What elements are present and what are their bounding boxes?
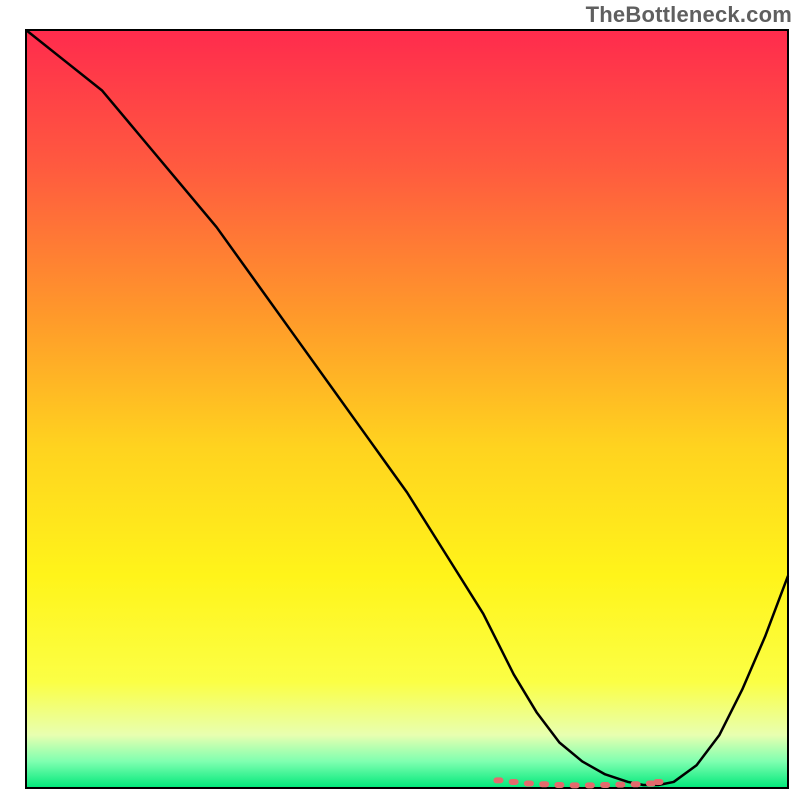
flat-zone-marker bbox=[615, 782, 625, 788]
flat-zone-marker bbox=[539, 781, 549, 787]
flat-zone-marker bbox=[631, 781, 641, 787]
chart-stage: TheBottleneck.com bbox=[0, 0, 800, 800]
plot-background bbox=[26, 30, 788, 788]
watermark-text: TheBottleneck.com bbox=[586, 2, 792, 28]
flat-zone-marker bbox=[509, 779, 519, 785]
flat-zone-marker bbox=[600, 782, 610, 788]
flat-zone-marker bbox=[554, 782, 564, 788]
flat-zone-marker bbox=[585, 782, 595, 788]
flat-zone-marker bbox=[653, 779, 663, 785]
flat-zone-marker bbox=[524, 780, 534, 786]
chart-svg bbox=[0, 0, 800, 800]
flat-zone-marker bbox=[570, 782, 580, 788]
flat-zone-marker bbox=[493, 777, 503, 783]
